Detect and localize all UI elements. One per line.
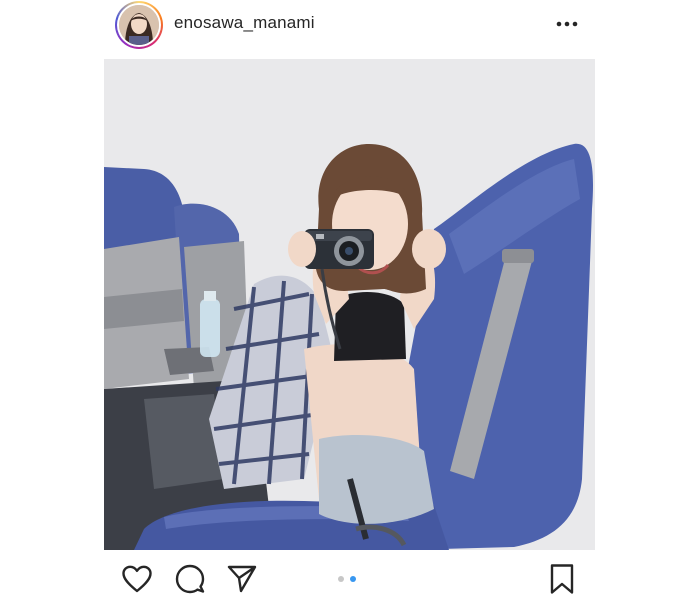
avatar[interactable] — [119, 5, 159, 45]
send-icon[interactable] — [224, 561, 260, 597]
carousel-dot-2-active — [350, 576, 356, 582]
post-photo-illustration — [104, 59, 595, 550]
more-options-icon[interactable] — [552, 12, 582, 36]
post-photo[interactable] — [104, 59, 595, 550]
post-header: enosawa_manami — [0, 0, 700, 50]
story-ring[interactable] — [115, 1, 163, 49]
avatar-photo-icon — [119, 5, 159, 45]
carousel-indicator — [338, 576, 356, 582]
username[interactable]: enosawa_manami — [174, 13, 315, 33]
action-bar — [0, 555, 700, 600]
carousel-dot-1 — [338, 576, 344, 582]
heart-icon[interactable] — [119, 561, 155, 597]
bookmark-icon[interactable] — [544, 561, 580, 597]
comment-icon[interactable] — [172, 561, 208, 597]
